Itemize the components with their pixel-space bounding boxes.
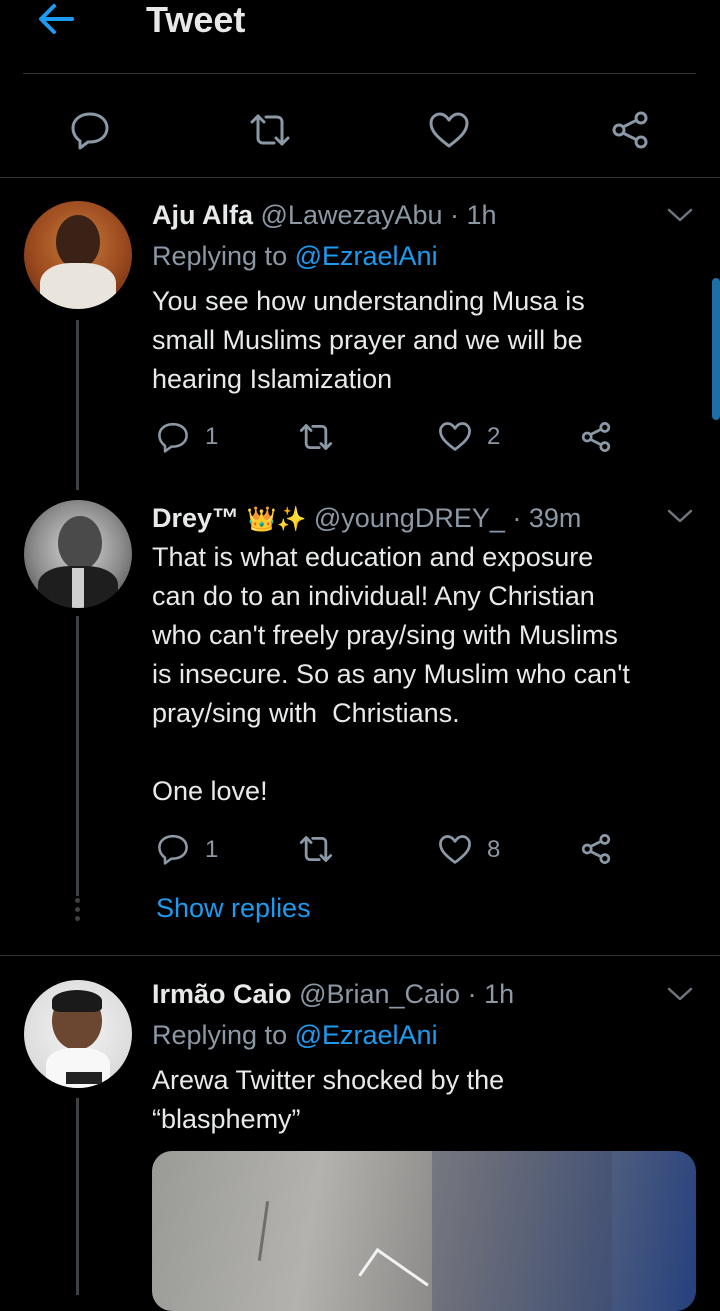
like-count: 8 [487,836,501,863]
chevron-down-icon[interactable] [666,507,694,525]
retweet-icon[interactable] [298,422,334,452]
tweet-text: Arewa Twitter shocked by the “blasphemy” [152,1065,505,1134]
display-name[interactable]: Aju Alfa [152,200,253,230]
mention-link[interactable]: @EzraelAni [295,241,438,271]
thread-line [76,616,79,896]
avatar[interactable] [24,201,132,309]
tweet-text: That is what education and exposure can … [152,542,630,806]
badge-emoji: 👑✨ [246,506,307,533]
display-name[interactable]: Drey™ [152,503,239,533]
share-icon[interactable] [580,833,612,865]
retweet-icon[interactable] [298,834,334,864]
retweet-icon[interactable] [248,112,292,148]
tweet-header: Aju Alfa @LawezayAbu · 1h [152,196,497,235]
chevron-down-icon[interactable] [666,985,694,1003]
avatar[interactable] [24,500,132,608]
more-dots-icon [74,898,81,922]
tweet-header: Drey™ 👑✨ @youngDREY_ · 39m [152,499,581,539]
mention-link[interactable]: @EzraelAni [295,1020,438,1050]
handle[interactable]: @LawezayAbu [261,200,443,230]
like-icon[interactable] [438,834,472,865]
header-divider [23,73,696,74]
chevron-down-icon[interactable] [666,206,694,224]
share-icon[interactable] [610,110,650,150]
reply-icon[interactable] [157,421,189,453]
like-icon[interactable] [428,111,470,149]
like-icon[interactable] [438,421,472,452]
action-bar-divider [0,177,720,178]
like-count: 2 [487,423,501,450]
thread-line [76,320,79,490]
reply-count: 1 [205,423,219,450]
replying-to: Replying to @EzraelAni [152,241,438,271]
avatar[interactable] [24,980,132,1088]
show-replies-link[interactable]: Show replies [156,893,311,924]
reply-icon[interactable] [157,833,189,865]
handle[interactable]: @Brian_Caio [299,979,460,1009]
replying-to: Replying to @EzraelAni [152,1020,438,1050]
timestamp: · 1h [450,200,497,230]
tweet-media-video[interactable] [152,1151,696,1311]
tweet-divider [0,955,720,956]
reply-count: 1 [205,836,219,863]
timestamp: · 39m [512,503,582,533]
share-icon[interactable] [580,421,612,453]
thread-line [76,1098,79,1295]
scrollbar[interactable] [712,278,720,420]
tweet-text: You see how understanding Musa is small … [152,286,585,394]
timestamp: · 1h [467,979,515,1009]
page-title: Tweet [146,0,246,40]
reply-icon[interactable] [70,110,110,150]
back-arrow-icon[interactable] [36,2,76,36]
display-name[interactable]: Irmão Caio [152,979,292,1009]
tweet-header: Irmão Caio @Brian_Caio · 1h [152,975,514,1014]
handle[interactable]: @youngDREY_ [314,503,505,533]
